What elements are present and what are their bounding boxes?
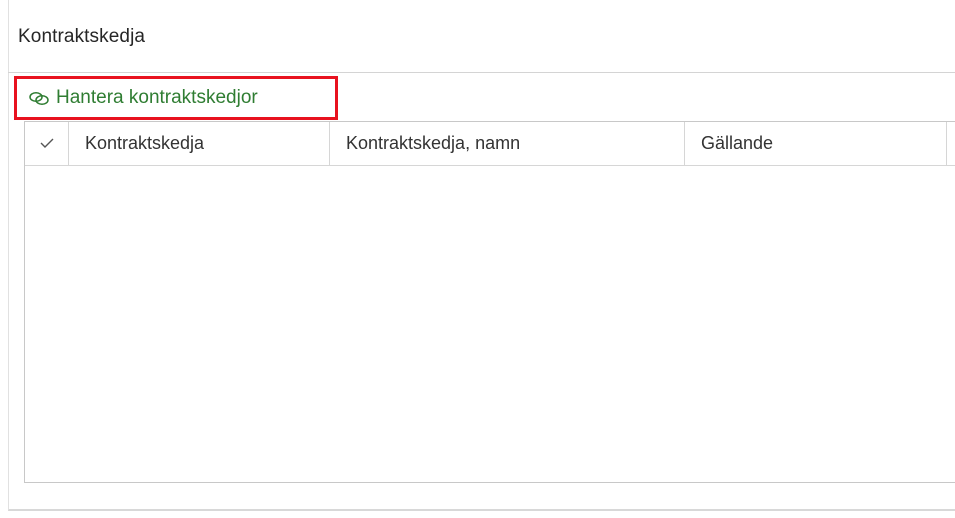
contract-chain-grid: Kontraktskedja Kontraktskedja, namn Gäll… (24, 121, 955, 483)
column-header-label: Gällande (701, 133, 774, 153)
column-header-contract-chain[interactable]: Kontraktskedja (69, 122, 330, 165)
grid-header: Kontraktskedja Kontraktskedja, namn Gäll… (25, 122, 955, 166)
title-divider (8, 72, 955, 73)
panel-title: Kontraktskedja (18, 26, 146, 47)
column-header-valid[interactable]: Gällande (685, 122, 947, 165)
checkmark-icon (39, 133, 55, 154)
manage-contract-chains-label: Hantera kontraktskedjor (56, 87, 258, 108)
link-icon (28, 90, 50, 106)
column-header-label: Kontraktskedja, namn (346, 133, 521, 153)
grid-body (25, 166, 955, 482)
column-header-contract-chain-name[interactable]: Kontraktskedja, namn (330, 122, 685, 165)
column-header-label: Kontraktskedja (85, 133, 205, 153)
manage-contract-chains-button[interactable]: Hantera kontraktskedjor (28, 85, 258, 111)
select-all-checkbox[interactable] (25, 122, 69, 165)
